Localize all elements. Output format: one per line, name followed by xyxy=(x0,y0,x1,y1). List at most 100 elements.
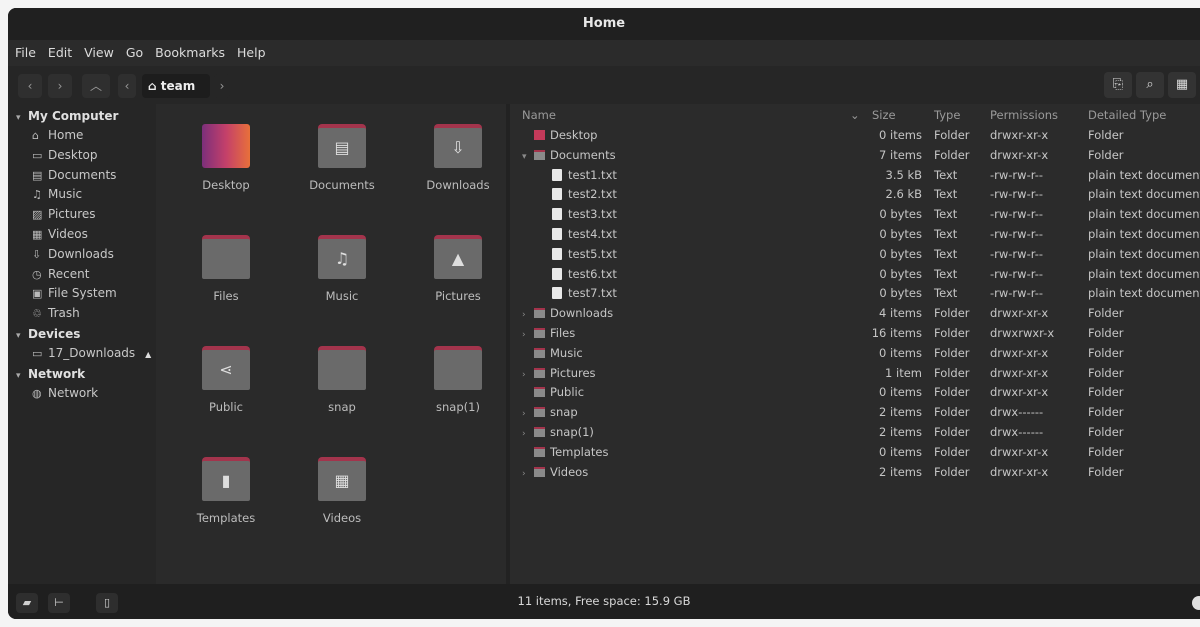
column-type[interactable]: Type xyxy=(934,108,960,122)
grid-item[interactable]: ⋖ Public xyxy=(176,346,276,414)
sidebar-item-documents[interactable]: ▤ Documents xyxy=(8,166,156,186)
list-row[interactable]: test3.txt 0 bytes Text -rw-rw-r-- plain text… xyxy=(510,205,1200,225)
trash-icon: ♲ xyxy=(32,307,42,321)
column-name[interactable]: Name xyxy=(522,108,556,122)
list-row[interactable]: Music 0 items Folder drwxr-xr-x Folder xyxy=(510,344,1200,364)
folder-icon: ▮ xyxy=(202,457,250,501)
list-row[interactable]: › Downloads 4 items Folder drwxr-xr-x Folder xyxy=(510,304,1200,324)
menu-view[interactable]: View xyxy=(78,40,120,66)
grid-item[interactable]: ▮ Templates xyxy=(176,457,276,525)
path-left-button[interactable]: ‹ xyxy=(118,74,136,98)
menu-go[interactable]: Go xyxy=(120,40,149,66)
menu-file[interactable]: File xyxy=(8,40,42,66)
expander-icon[interactable]: › xyxy=(522,465,534,485)
sidebar-section-title: My Computer xyxy=(28,109,119,123)
column-permissions[interactable]: Permissions xyxy=(990,108,1058,122)
window-title: Home xyxy=(8,8,1200,40)
sidebar-section-title: Devices xyxy=(28,326,81,341)
permissions-cell: -rw-rw-r-- xyxy=(990,207,1044,222)
permissions-cell: -rw-rw-r-- xyxy=(990,266,1044,281)
column-detailed-type[interactable]: Detailed Type xyxy=(1088,108,1166,122)
grid-item[interactable]: snap(1) xyxy=(408,346,508,414)
list-row[interactable]: test6.txt 0 bytes Text -rw-rw-r-- plain text… xyxy=(510,265,1200,285)
file-name: Downloads xyxy=(550,306,614,321)
grid-item[interactable]: snap xyxy=(292,346,392,414)
list-row[interactable]: Templates 0 items Folder drwxr-xr-x Folder xyxy=(510,443,1200,463)
text-file-icon xyxy=(552,188,562,201)
text-file-icon xyxy=(552,208,562,221)
detailed-type-cell: Folder xyxy=(1088,128,1124,142)
column-size[interactable]: Size xyxy=(872,108,896,122)
menu-bookmarks[interactable]: Bookmarks xyxy=(149,40,231,66)
list-row[interactable]: › Videos 2 items Folder drwxr-xr-x Folder xyxy=(510,463,1200,483)
sidebar-section-header[interactable]: ▾ Devices xyxy=(8,324,156,344)
sidebar-item-music[interactable]: ♫ Music xyxy=(8,185,156,205)
grid-item[interactable]: ♫ Music xyxy=(292,235,392,303)
sidebar-item-home[interactable]: ⌂ Home xyxy=(8,126,156,146)
sidebar-item-downloads[interactable]: ⇩ Downloads xyxy=(8,245,156,265)
sidebar-item-label: Downloads xyxy=(48,246,114,261)
list-row[interactable]: test5.txt 0 bytes Text -rw-rw-r-- plain text… xyxy=(510,245,1200,265)
list-header: Name ⌄ Size Type Permissions Detailed Ty… xyxy=(510,104,1200,126)
grid-item-label: Public xyxy=(208,400,244,414)
list-row[interactable]: Public 0 items Folder drwxr-xr-x Folder xyxy=(510,383,1200,403)
search-button[interactable]: ⌕ xyxy=(1136,72,1164,98)
grid-view-button[interactable]: ▦ xyxy=(1168,72,1196,98)
grid-item[interactable]: ▲ Pictures xyxy=(408,235,508,303)
eject-icon[interactable]: ▲ xyxy=(145,350,151,359)
path-segment-team[interactable]: ⌂ team xyxy=(142,74,210,98)
menu-edit[interactable]: Edit xyxy=(42,40,78,66)
file-name: Templates xyxy=(550,444,609,459)
list-row[interactable]: test7.txt 0 bytes Text -rw-rw-r-- plain text… xyxy=(510,284,1200,304)
new-folder-button[interactable]: ⎘ xyxy=(1104,72,1132,98)
back-button[interactable]: ‹ xyxy=(18,74,42,98)
file-system-icon: ▣ xyxy=(32,287,43,301)
list-row[interactable]: test2.txt 2.6 kB Text -rw-rw-r-- plain text … xyxy=(510,185,1200,205)
path-right-button[interactable]: › xyxy=(214,74,230,98)
grid-item[interactable]: Desktop xyxy=(176,124,276,192)
up-button[interactable]: ︿ xyxy=(82,74,110,98)
sidebar-item-desktop[interactable]: ▭ Desktop xyxy=(8,146,156,166)
sidebar-item-trash[interactable]: ♲ Trash xyxy=(8,304,156,324)
name-cell: ▾ Documents xyxy=(522,146,616,168)
name-cell: test3.txt xyxy=(540,205,617,225)
sidebar-item-videos[interactable]: ▦ Videos xyxy=(8,225,156,245)
expander-icon[interactable]: › xyxy=(522,306,534,326)
list-row[interactable]: Desktop 0 items Folder drwxr-xr-x Folder xyxy=(510,126,1200,146)
sidebar-item-17-downloads[interactable]: ▭ 17_Downloads ▲ xyxy=(8,344,156,364)
sidebar-item-pictures[interactable]: ▨ Pictures xyxy=(8,205,156,225)
list-row[interactable]: test4.txt 0 bytes Text -rw-rw-r-- plain text… xyxy=(510,225,1200,245)
folder-icon xyxy=(534,466,545,477)
sidebar-item-file-system[interactable]: ▣ File System xyxy=(8,284,156,304)
sidebar-section-header[interactable]: ▾ My Computer xyxy=(8,106,156,126)
permissions-cell: drwxr-xr-x xyxy=(990,365,1049,380)
list-row[interactable]: ▾ Documents 7 items Folder drwxr-xr-x Folder xyxy=(510,146,1200,166)
expander-icon[interactable]: › xyxy=(522,405,534,425)
forward-button[interactable]: › xyxy=(48,74,72,98)
type-cell: Folder xyxy=(934,425,970,439)
sidebar-section-header[interactable]: ▾ Network xyxy=(8,364,156,384)
list-row[interactable]: › snap 2 items Folder drwx------ Folder xyxy=(510,403,1200,423)
grid-item[interactable]: ▦ Videos xyxy=(292,457,392,525)
file-name: Desktop xyxy=(550,128,598,142)
grid-item[interactable]: ▤ Documents xyxy=(292,124,392,192)
list-row[interactable]: test1.txt 3.5 kB Text -rw-rw-r-- plain text … xyxy=(510,166,1200,186)
folder-icon xyxy=(534,308,545,319)
size-cell: 2.6 kB xyxy=(885,187,923,202)
grid-icon: ▦ xyxy=(1175,77,1189,92)
home-icon: ⌂ xyxy=(32,129,39,142)
sidebar-item-network[interactable]: ◍ Network xyxy=(8,384,156,404)
list-row[interactable]: › Files 16 items Folder drwxrwxr-x Folder xyxy=(510,324,1200,344)
list-row[interactable]: › Pictures 1 item Folder drwxr-xr-x Folder xyxy=(510,364,1200,384)
name-cell: test2.txt xyxy=(540,185,617,205)
zoom-slider-knob[interactable] xyxy=(1192,596,1200,610)
home-icon: ⌂ xyxy=(148,79,157,93)
menu-help[interactable]: Help xyxy=(231,40,272,66)
grid-item[interactable]: Files xyxy=(176,235,276,303)
recent-icon: ◷ xyxy=(32,267,42,281)
name-cell: Desktop xyxy=(522,126,597,146)
detailed-type-cell: Folder xyxy=(1088,405,1124,420)
grid-item[interactable]: ⇩ Downloads xyxy=(408,124,508,192)
list-row[interactable]: › snap(1) 2 items Folder drwx------ Folder xyxy=(510,423,1200,443)
sidebar-item-recent[interactable]: ◷ Recent xyxy=(8,265,156,285)
